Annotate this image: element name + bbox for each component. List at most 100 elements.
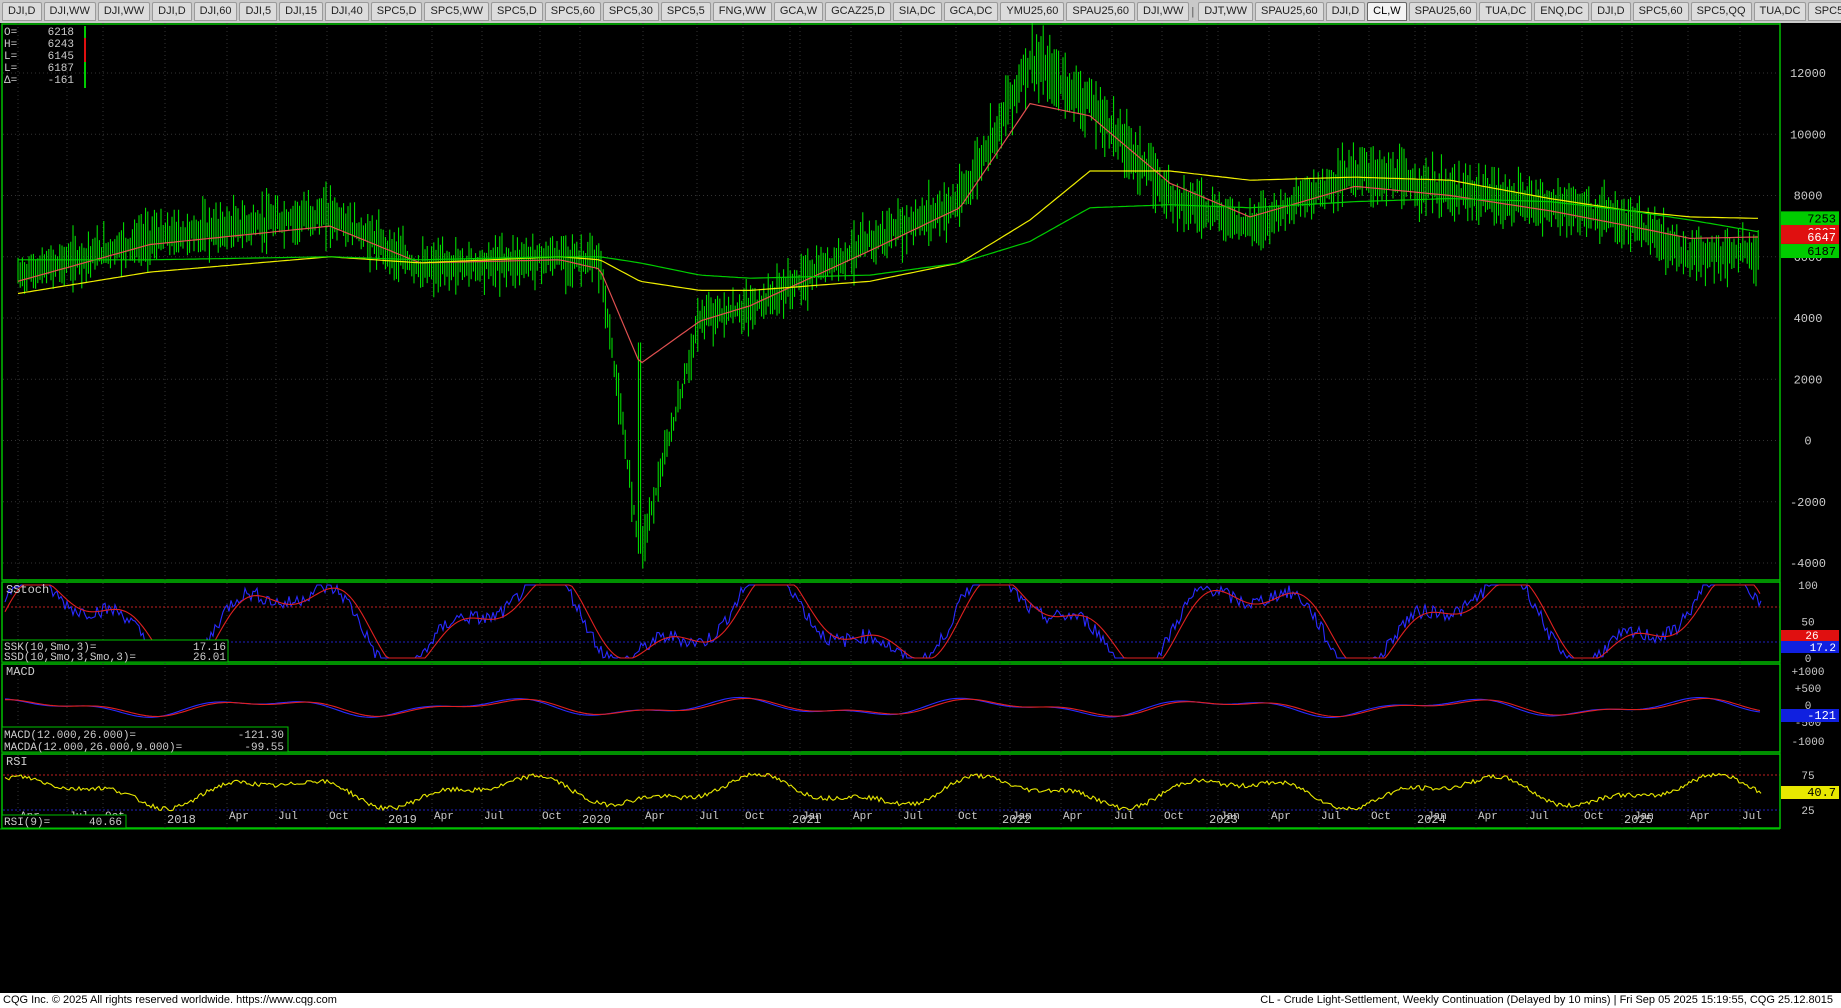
month-label: Jul — [1114, 811, 1134, 823]
symbol-tab[interactable]: DJI,15 — [279, 2, 323, 21]
sstoch-title: SStoch — [6, 583, 49, 597]
symbol-tab[interactable]: FNG,WW — [712, 2, 772, 21]
price-badge-value: 7253 — [1807, 212, 1836, 226]
symbol-tab[interactable]: GCA,W — [773, 2, 824, 21]
macd-value: -121.30 — [238, 730, 284, 742]
footer-bar: CQG Inc. © 2025 All rights reserved worl… — [0, 993, 1841, 1008]
month-label: Oct — [1164, 811, 1184, 823]
month-label: Jan — [1220, 811, 1240, 823]
month-label: Apr — [645, 811, 665, 823]
copyright-text: CQG Inc. © 2025 All rights reserved worl… — [3, 994, 337, 1006]
ssd-label: SSD(10,Smo,3,Smo,3)= — [4, 652, 136, 664]
month-label: Apr — [229, 811, 249, 823]
price-axis-label: 0 — [1804, 435, 1811, 449]
macd-axis-label: +1000 — [1791, 667, 1824, 679]
ohlc-label: L= — [4, 63, 17, 75]
price-axis-label: 4000 — [1794, 312, 1823, 326]
symbol-tab[interactable]: DJI,WW — [43, 2, 96, 21]
symbol-tab[interactable]: SPAU25,60 — [1066, 2, 1136, 21]
symbol-tab[interactable]: SPAU25,60 — [1254, 2, 1324, 21]
symbol-tab[interactable]: SPC5,30 — [602, 2, 659, 21]
symbol-tab[interactable]: SPC5,5 — [660, 2, 711, 21]
month-label: Jul — [1529, 811, 1549, 823]
symbol-tab[interactable]: CL,W — [1367, 2, 1407, 21]
symbol-tab[interactable]: DJT,WW — [1198, 2, 1253, 21]
symbol-tab[interactable]: DJI,D — [1591, 2, 1631, 21]
ohlc-value: 6145 — [48, 51, 74, 63]
month-label: Oct — [1371, 811, 1391, 823]
month-label: Jul — [278, 811, 298, 823]
symbol-tab[interactable]: SPC5,WW — [424, 2, 490, 21]
ohlc-value: -161 — [48, 75, 75, 87]
tab-separator: | — [1191, 5, 1195, 18]
ohlc-value: 6218 — [48, 27, 74, 39]
sstoch-axis-label: 50 — [1801, 618, 1814, 630]
sstoch-axis-label: 100 — [1798, 581, 1818, 593]
symbol-tab[interactable]: DJI,WW — [97, 2, 151, 21]
year-label: 2019 — [388, 813, 417, 827]
sstoch-badge-blue-value: 17.2 — [1810, 643, 1836, 655]
price-axis-label: 10000 — [1790, 128, 1826, 142]
macd-axis-label: +500 — [1795, 684, 1821, 696]
month-label: Jan — [1012, 811, 1032, 823]
rsi-axis-label: 75 — [1801, 771, 1814, 783]
symbol-tab[interactable]: SPC5,QQ — [1808, 2, 1841, 21]
rsi-axis-label: 25 — [1801, 806, 1814, 818]
rsi-value: 40.66 — [89, 817, 122, 829]
ohlc-value: 6187 — [48, 63, 74, 75]
chart-area[interactable]: Apr Jul Oct 2018 Apr Jul Oct 2019 Apr Jul Oct 2020 A… — [0, 23, 1841, 993]
price-badge-value: 6647 — [1807, 231, 1836, 245]
ohlc-label: H= — [4, 39, 17, 51]
ohlc-label: L= — [4, 51, 17, 63]
symbol-tab[interactable]: TUA,DC — [1479, 2, 1533, 21]
symbol-tab[interactable]: SPC5,60 — [544, 2, 601, 21]
month-label: Jul — [903, 811, 923, 823]
rsi-label: RSI(9)= — [4, 817, 50, 829]
symbol-tab[interactable]: GCA,DC — [943, 2, 999, 21]
year-label: 2020 — [582, 813, 611, 827]
month-label: Apr — [853, 811, 873, 823]
ohlc-label: O= — [4, 27, 17, 39]
price-axis-label: 12000 — [1790, 67, 1826, 81]
symbol-tab[interactable]: SPC5,D — [491, 2, 543, 21]
month-label: Apr — [1063, 811, 1083, 823]
symbol-tab[interactable]: DJI,D — [2, 2, 42, 21]
month-label: Jul — [484, 811, 504, 823]
price-axis-label: -2000 — [1790, 496, 1826, 510]
symbol-tab[interactable]: SPC5,QQ — [1690, 2, 1752, 21]
year-label: 2018 — [167, 813, 196, 827]
chart-description: CL - Crude Light-Settlement, Weekly Cont… — [1260, 994, 1833, 1006]
symbol-tab[interactable]: SPC5,60 — [1632, 2, 1689, 21]
symbol-tab[interactable]: SIA,DC — [892, 2, 942, 21]
macd-label: MACD(12.000,26.000)= — [4, 730, 136, 742]
month-label: Oct — [958, 811, 978, 823]
symbol-tab[interactable]: DJI,D — [152, 2, 192, 21]
sstoch-axis-label: 0 — [1805, 654, 1812, 666]
ssd-value: 26.01 — [193, 652, 226, 664]
month-label: Apr — [1690, 811, 1710, 823]
symbol-tab[interactable]: DJI,5 — [239, 2, 278, 21]
symbol-tab[interactable]: SPAU25,60 — [1408, 2, 1478, 21]
symbol-tab[interactable]: DJI,D — [1325, 2, 1366, 21]
price-badge-value: 6187 — [1807, 245, 1836, 259]
symbol-tab[interactable]: DJI,60 — [193, 2, 238, 21]
symbol-tab[interactable]: ENQ,DC — [1534, 2, 1590, 21]
symbol-tab[interactable]: TUA,DC — [1753, 2, 1807, 21]
symbol-tab[interactable]: DJI,WW — [1137, 2, 1190, 21]
month-label: Oct — [542, 811, 562, 823]
month-label: Jul — [699, 811, 719, 823]
symbol-tab[interactable]: YMU25,60 — [1000, 2, 1065, 21]
ohlc-label: Δ= — [4, 75, 17, 87]
symbol-tab[interactable]: SPC5,D — [370, 2, 423, 21]
price-axis-label: 8000 — [1794, 190, 1823, 204]
macd-axis-label: -1000 — [1791, 737, 1824, 749]
month-label: Oct — [745, 811, 765, 823]
month-label: Jul — [1321, 811, 1341, 823]
symbol-tab[interactable]: DJI,40 — [324, 2, 369, 21]
rsi-badge-value: 40.7 — [1807, 786, 1836, 800]
symbol-tab[interactable]: GCAZ25,D — [825, 2, 891, 21]
macda-label: MACDA(12.000,26.000,9.000)= — [4, 742, 182, 754]
price-axis-label: -4000 — [1790, 557, 1826, 571]
month-label: Jan — [1634, 811, 1654, 823]
ohlc-indicator — [84, 38, 86, 62]
